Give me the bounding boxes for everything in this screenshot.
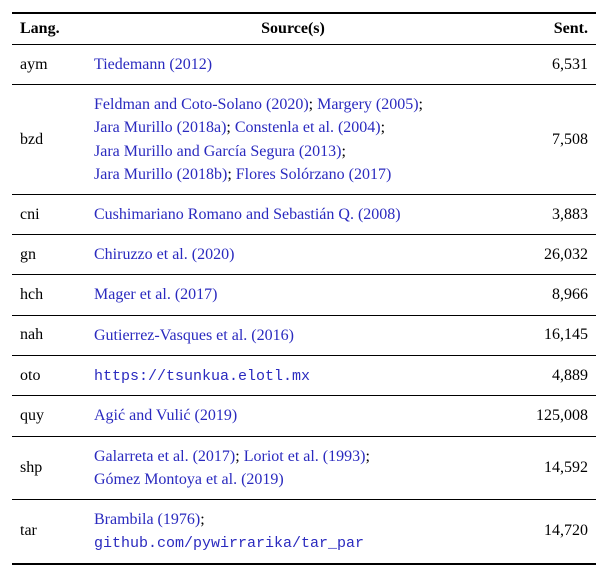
url-link[interactable]: github.com/pywirrarika/tar_par (94, 535, 364, 552)
sources-cell: https://tsunkua.elotl.mx (86, 355, 500, 396)
sent-cell: 4,889 (500, 355, 596, 396)
citation-link[interactable]: Brambila (1976) (94, 511, 200, 528)
citation-link[interactable]: Jara Murillo (2018a) (94, 119, 226, 136)
table-row: quy Agić and Vulić (2019) 125,008 (12, 396, 596, 436)
table-row: bzdFeldman and Coto-Solano (2020); Marge… (12, 85, 596, 195)
lang-cell: nah (12, 315, 86, 355)
lang-cell: gn (12, 235, 86, 275)
citation-link[interactable]: Agić and Vulić (2019) (94, 407, 237, 424)
citation-link[interactable]: Mager et al. (2017) (94, 286, 218, 303)
sent-cell: 6,531 (500, 45, 596, 85)
header-sent: Sent. (500, 13, 596, 45)
table-row: nah Gutierrez-Vasques et al. (2016) 16,145 (12, 315, 596, 355)
citation-link[interactable]: Cushimariano Romano and Sebastián Q. (20… (94, 206, 401, 223)
citation-link[interactable]: Constenla et al. (2004) (235, 119, 381, 136)
sources-cell: Mager et al. (2017) (86, 275, 500, 315)
table-row: aym Tiedemann (2012) 6,531 (12, 45, 596, 85)
sent-cell: 3,883 (500, 194, 596, 234)
lang-cell: aym (12, 45, 86, 85)
header-row: Lang. Source(s) Sent. (12, 13, 596, 45)
table-body: aymTiedemann (2012)6,531bzdFeldman and C… (12, 45, 596, 564)
data-table: Lang. Source(s) Sent. aym Tiedemann (2012… (12, 12, 596, 565)
sent-cell: 7,508 (500, 85, 596, 195)
sources-cell: Feldman and Coto-Solano (2020); Margery … (86, 85, 500, 195)
lang-cell: cni (12, 194, 86, 234)
header-lang: Lang. (12, 13, 86, 45)
table-row: gn Chiruzzo et al. (2020) 26,032 (12, 235, 596, 275)
citation-link[interactable]: Loriot et al. (1993) (244, 448, 366, 465)
lang-cell: bzd (12, 85, 86, 195)
table-row: hch Mager et al. (2017) 8,966 (12, 275, 596, 315)
sent-cell: 8,966 (500, 275, 596, 315)
lang-cell: tar (12, 500, 86, 564)
sources-cell: Tiedemann (2012) (86, 45, 500, 85)
lang-cell: quy (12, 396, 86, 436)
sources-cell: Chiruzzo et al. (2020) (86, 235, 500, 275)
citation-link[interactable]: Gutierrez-Vasques et al. (2016) (94, 327, 294, 344)
citation-link[interactable]: Feldman and Coto-Solano (2020) (94, 96, 309, 113)
sources-cell: Galarreta et al. (2017); Loriot et al. (… (86, 436, 500, 499)
lang-cell: oto (12, 355, 86, 396)
table-row: oto https://tsunkua.elotl.mx 4,889 (12, 355, 596, 396)
citation-link[interactable]: Flores Solórzano (2017) (236, 166, 392, 183)
sources-cell: Cushimariano Romano and Sebastián Q. (20… (86, 194, 500, 234)
header-sources: Source(s) (86, 13, 500, 45)
sources-cell: Gutierrez-Vasques et al. (2016) (86, 315, 500, 355)
table-row: cni Cushimariano Romano and Sebastián Q. … (12, 194, 596, 234)
sources-cell: Brambila (1976);github.com/pywirrarika/t… (86, 500, 500, 564)
citation-link[interactable]: Galarreta et al. (2017) (94, 448, 235, 465)
sources-cell: Agić and Vulić (2019) (86, 396, 500, 436)
lang-cell: shp (12, 436, 86, 499)
citation-link[interactable]: Chiruzzo et al. (2020) (94, 246, 234, 263)
sent-cell: 125,008 (500, 396, 596, 436)
table-row: shpGalarreta et al. (2017); Loriot et al… (12, 436, 596, 499)
citation-link[interactable]: Gómez Montoya et al. (2019) (94, 471, 284, 488)
table-row: tarBrambila (1976);github.com/pywirrarik… (12, 500, 596, 564)
sent-cell: 16,145 (500, 315, 596, 355)
citation-link[interactable]: Margery (2005) (317, 96, 418, 113)
lang-cell: hch (12, 275, 86, 315)
citation-link[interactable]: Jara Murillo and García Segura (2013) (94, 143, 341, 160)
citation-link[interactable]: Tiedemann (2012) (94, 56, 212, 73)
sent-cell: 26,032 (500, 235, 596, 275)
url-link[interactable]: https://tsunkua.elotl.mx (94, 368, 310, 385)
citation-link[interactable]: Jara Murillo (2018b) (94, 166, 227, 183)
sent-cell: 14,720 (500, 500, 596, 564)
sent-cell: 14,592 (500, 436, 596, 499)
